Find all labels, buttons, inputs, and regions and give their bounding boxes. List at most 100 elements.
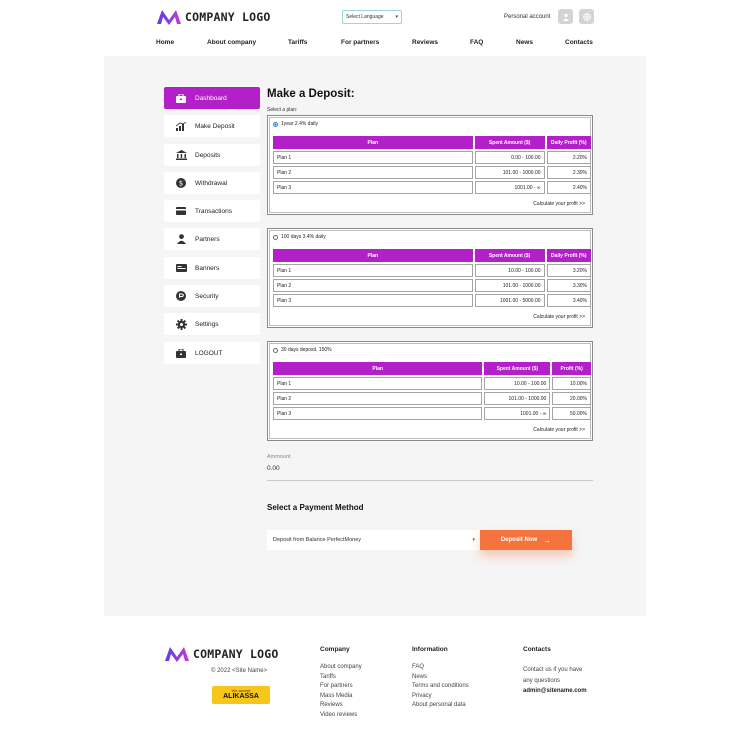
- sidebar-item-logout[interactable]: LOGOUT: [164, 342, 260, 364]
- payment-method-select[interactable]: Deposit from Balance PerfectMoney ▾: [267, 530, 481, 550]
- logo-mark-icon: [157, 10, 181, 25]
- header-logo[interactable]: COMPANY LOGO: [156, 9, 270, 25]
- language-select-value: Select Language: [346, 14, 384, 20]
- column-header: Spent Amount ($): [484, 362, 551, 375]
- nav-news[interactable]: News: [516, 39, 533, 46]
- table-cell: 10.00 - 100.00: [474, 264, 545, 277]
- table-cell: Plan 3: [273, 407, 483, 420]
- calculate-profit-link[interactable]: Calculate your profit >>: [533, 314, 585, 320]
- nav-reviews[interactable]: Reviews: [412, 39, 438, 46]
- table-row: Plan 2 101.00 - 1000.00 20.00%: [273, 392, 591, 405]
- table-cell: 101.00 - 1000.00: [474, 279, 545, 292]
- column-header: Spent Amount ($): [474, 136, 545, 149]
- footer-contact-text: Contact us if you have: [523, 667, 583, 673]
- footer-link[interactable]: News: [412, 674, 427, 680]
- footer-link[interactable]: About company: [320, 664, 362, 670]
- main-area: Dashboard Make Deposit Deposits $ Withdr…: [104, 56, 646, 616]
- footer-link[interactable]: Mass Media: [320, 693, 352, 699]
- plan-card-inner: 100 days 3.4% daily Plan Spent Amount ($…: [269, 230, 591, 326]
- table-header-row: Plan Spent Amount ($) Daily Profit (%): [273, 136, 591, 149]
- table-row: Plan 3 1001.00 - ∞ 50.00%: [273, 407, 591, 420]
- plan-radio[interactable]: [273, 347, 278, 353]
- globe-icon: [582, 12, 591, 21]
- nav-faq[interactable]: FAQ: [470, 39, 483, 46]
- chevron-down-icon: ▾: [472, 537, 475, 543]
- plan-option[interactable]: 100 days 3.4% daily: [273, 234, 326, 240]
- column-header: Profit (%): [552, 362, 591, 375]
- nav-home[interactable]: Home: [156, 39, 174, 46]
- footer-link[interactable]: Reviews: [320, 702, 343, 708]
- footer-link[interactable]: Terms and conditions: [412, 683, 469, 689]
- footer-link[interactable]: FAQ: [412, 664, 424, 670]
- footer-company-title: Company: [320, 646, 350, 653]
- table-header-row: Plan Spent Amount ($) Daily Profit (%): [273, 249, 591, 262]
- user-icon: [562, 13, 569, 21]
- deposit-now-button[interactable]: Deposit Now →: [480, 530, 572, 550]
- footer-email-link[interactable]: admin@sitename.com: [523, 688, 587, 694]
- alikassa-badge[interactable]: We accept ALIKASSA: [212, 686, 270, 704]
- table-cell: 2.40%: [546, 181, 591, 194]
- sidebar-item-transactions[interactable]: Transactions: [164, 200, 260, 222]
- amount-input[interactable]: 0.00: [267, 465, 280, 472]
- nav-about-company[interactable]: About company: [207, 39, 256, 46]
- nav-tariffs[interactable]: Tariffs: [288, 39, 307, 46]
- column-header: Daily Profit (%): [546, 136, 591, 149]
- table-cell: Plan 3: [273, 181, 473, 194]
- sidebar-item-dashboard[interactable]: Dashboard: [164, 87, 260, 109]
- table-cell: Plan 2: [273, 166, 473, 179]
- footer-link[interactable]: Video reviews: [320, 712, 357, 718]
- plan-radio[interactable]: [273, 121, 278, 127]
- table-row: Plan 1 0.00 - 100.00 2.20%: [273, 151, 591, 164]
- language-select[interactable]: Select Language ▾: [342, 10, 402, 24]
- sidebar-item-label: Security: [195, 292, 219, 300]
- footer-contacts-title: Contacts: [523, 646, 551, 653]
- sidebar-item-label: LOGOUT: [195, 349, 223, 357]
- table-row: Plan 2 101.00 - 1000.00 2.30%: [273, 166, 591, 179]
- footer-link[interactable]: Privacy: [412, 693, 432, 699]
- sidebar-item-label: Settings: [195, 320, 219, 328]
- table-cell: 3.20%: [546, 264, 591, 277]
- table-header-row: Plan Spent Amount ($) Profit (%): [273, 362, 591, 375]
- sidebar-item-banners[interactable]: Banners: [164, 257, 260, 279]
- plan-table: Plan Spent Amount ($) Profit (%) Plan 1 …: [271, 360, 593, 422]
- column-header: Daily Profit (%): [546, 249, 591, 262]
- column-header: Spent Amount ($): [474, 249, 545, 262]
- sidebar-item-security[interactable]: Security: [164, 285, 260, 307]
- table-cell: 0.00 - 100.00: [474, 151, 545, 164]
- table-row: Plan 1 10.00 - 100.00 10.00%: [273, 377, 591, 390]
- plan-card: 1year 2.4% daily Plan Spent Amount ($) D…: [267, 115, 593, 215]
- table-cell: Plan 3: [273, 294, 473, 307]
- table-cell: 2.30%: [546, 166, 591, 179]
- account-button[interactable]: [558, 9, 573, 24]
- footer-link[interactable]: About personal data: [412, 702, 466, 708]
- sidebar-item-label: Withdrawal: [195, 179, 228, 187]
- sidebar-item-make-deposit[interactable]: Make Deposit: [164, 115, 260, 137]
- language-button[interactable]: [579, 9, 594, 24]
- plan-radio[interactable]: [273, 234, 278, 240]
- table-cell: 1001.00 - ∞: [484, 407, 551, 420]
- footer-link[interactable]: For partners: [320, 683, 353, 689]
- sidebar-item-label: Dashboard: [195, 94, 227, 102]
- table-cell: 50.00%: [552, 407, 591, 420]
- sidebar-item-deposits[interactable]: Deposits: [164, 144, 260, 166]
- table-row: Plan 1 10.00 - 100.00 3.20%: [273, 264, 591, 277]
- nav-for-partners[interactable]: For partners: [341, 39, 379, 46]
- sidebar-item-withdrawal[interactable]: $ Withdrawal: [164, 172, 260, 194]
- personal-account-link[interactable]: Personal account: [504, 14, 550, 20]
- site-footer: COMPANY LOGO © 2022 <Site Name> We accep…: [0, 616, 750, 750]
- column-header: Plan: [273, 136, 473, 149]
- nav-contacts[interactable]: Contacts: [565, 39, 593, 46]
- plan-table: Plan Spent Amount ($) Daily Profit (%) P…: [271, 134, 593, 196]
- plan-option[interactable]: 30 days deposit. 150%: [273, 347, 332, 353]
- plan-option[interactable]: 1year 2.4% daily: [273, 121, 318, 127]
- sidebar-item-settings[interactable]: Settings: [164, 313, 260, 335]
- plan-name: 100 days 3.4% daily: [281, 234, 326, 240]
- table-cell: 10.00%: [552, 377, 591, 390]
- footer-link[interactable]: Tariffs: [320, 674, 336, 680]
- calculate-profit-link[interactable]: Calculate your profit >>: [533, 201, 585, 207]
- calculate-profit-link[interactable]: Calculate your profit >>: [533, 427, 585, 433]
- sidebar-item-label: Partners: [195, 235, 220, 243]
- sidebar-item-partners[interactable]: Partners: [164, 228, 260, 250]
- table-cell: 1001.00 - ∞: [474, 181, 545, 194]
- footer-logo[interactable]: COMPANY LOGO: [164, 646, 278, 662]
